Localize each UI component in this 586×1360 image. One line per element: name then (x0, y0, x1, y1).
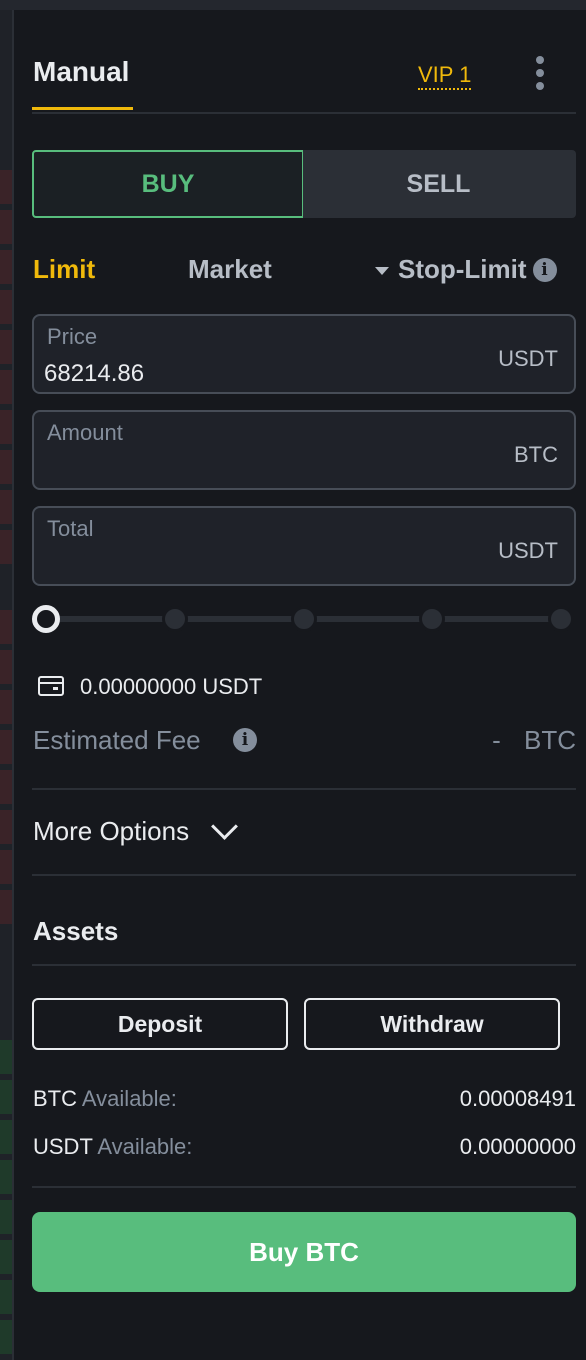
orderbook-bar (0, 490, 12, 524)
usdt-available-row: USDT Available: 0.00000000 (33, 1134, 576, 1160)
slider-stop-50[interactable] (291, 606, 317, 632)
fee-dash: - (492, 725, 501, 755)
orderbook-bar (0, 650, 12, 684)
asset-currency: BTC (33, 1086, 77, 1111)
orderbook-bar (0, 690, 12, 724)
info-icon[interactable]: i (233, 728, 257, 752)
vip-level-link[interactable]: VIP 1 (418, 62, 472, 90)
orderbook-bar (0, 170, 12, 204)
info-icon[interactable]: i (532, 257, 557, 282)
orderbook-bar (0, 1240, 12, 1274)
orderbook-bar (0, 370, 12, 404)
buy-btc-button[interactable]: Buy BTC (32, 1212, 576, 1292)
orderbook-bar (0, 450, 12, 484)
top-border (0, 0, 586, 10)
asset-currency: USDT (33, 1134, 93, 1159)
assets-title: Assets (33, 916, 119, 946)
amount-label: Amount (47, 420, 123, 445)
asset-available-value: 0.00008491 (459, 1086, 576, 1111)
orderbook-bar (0, 610, 12, 644)
orderbook-bar (0, 290, 12, 324)
orderbook-bar (0, 1160, 12, 1194)
orderbook-bar (0, 730, 12, 764)
total-unit: USDT (498, 538, 558, 563)
more-options-toggle[interactable]: More Options (33, 813, 239, 847)
orderbook-bar (0, 1040, 12, 1074)
asset-available-label: Available: (81, 1086, 177, 1111)
orderbook-bar (0, 250, 12, 284)
orderbook-bar (0, 1080, 12, 1114)
orderbook-bar (0, 770, 12, 804)
asset-available-value: 0.00000000 (459, 1134, 576, 1159)
tab-manual[interactable]: Manual (33, 56, 129, 88)
buy-tab-button[interactable]: BUY (32, 150, 304, 218)
orderbook-bar (0, 330, 12, 364)
btc-available-row: BTC Available: 0.00008491 (33, 1086, 576, 1112)
order-type-market[interactable]: Market (188, 254, 272, 285)
divider (32, 1186, 576, 1188)
orderbook-edge (0, 10, 14, 1360)
more-options-label: More Options (33, 816, 190, 846)
estimated-fee-value: - BTC (492, 725, 576, 756)
asset-available-label: Available: (97, 1134, 193, 1159)
header-divider (32, 112, 576, 114)
amount-slider-handle[interactable] (32, 605, 60, 633)
fee-unit: BTC (524, 725, 576, 755)
price-input[interactable]: Price 68214.86 USDT (32, 314, 576, 394)
orderbook-bar (0, 890, 12, 924)
estimated-fee-label: Estimated Fee (33, 725, 201, 755)
orderbook-bar (0, 210, 12, 244)
deposit-button[interactable]: Deposit (32, 998, 288, 1050)
divider (32, 964, 576, 966)
sell-tab-button[interactable]: SELL (303, 150, 576, 218)
orderbook-bar (0, 810, 12, 844)
divider (32, 874, 576, 876)
chevron-down-icon (211, 813, 239, 840)
amount-input[interactable]: Amount BTC (32, 410, 576, 490)
wallet-icon (38, 676, 64, 696)
orderbook-bar (0, 1320, 12, 1354)
total-label: Total (47, 516, 94, 541)
orderbook-bar (0, 410, 12, 444)
orderbook-bar (0, 530, 12, 564)
orderbook-bar (0, 1200, 12, 1234)
order-type-limit[interactable]: Limit (33, 254, 95, 285)
total-input[interactable]: Total USDT (32, 506, 576, 586)
slider-stop-75[interactable] (419, 606, 445, 632)
amount-unit: BTC (514, 442, 558, 467)
panel-divider (12, 10, 14, 1360)
slider-stop-100[interactable] (548, 606, 574, 632)
orderbook-bar (0, 850, 12, 884)
caret-down-icon (375, 267, 389, 275)
order-type-stop-limit[interactable]: Stop-Limit i (375, 254, 557, 285)
orderbook-bar (0, 1120, 12, 1154)
tab-active-indicator (32, 107, 133, 110)
withdraw-button[interactable]: Withdraw (304, 998, 560, 1050)
price-label: Price (47, 324, 98, 349)
slider-stop-25[interactable] (162, 606, 188, 632)
more-vertical-icon[interactable] (532, 56, 548, 90)
price-unit: USDT (498, 346, 558, 371)
stop-limit-label: Stop-Limit (398, 254, 527, 284)
price-value[interactable]: 68214.86 (44, 360, 144, 388)
divider (32, 788, 576, 790)
wallet-balance: 0.00000000 USDT (80, 674, 263, 699)
orderbook-bar (0, 1280, 12, 1314)
